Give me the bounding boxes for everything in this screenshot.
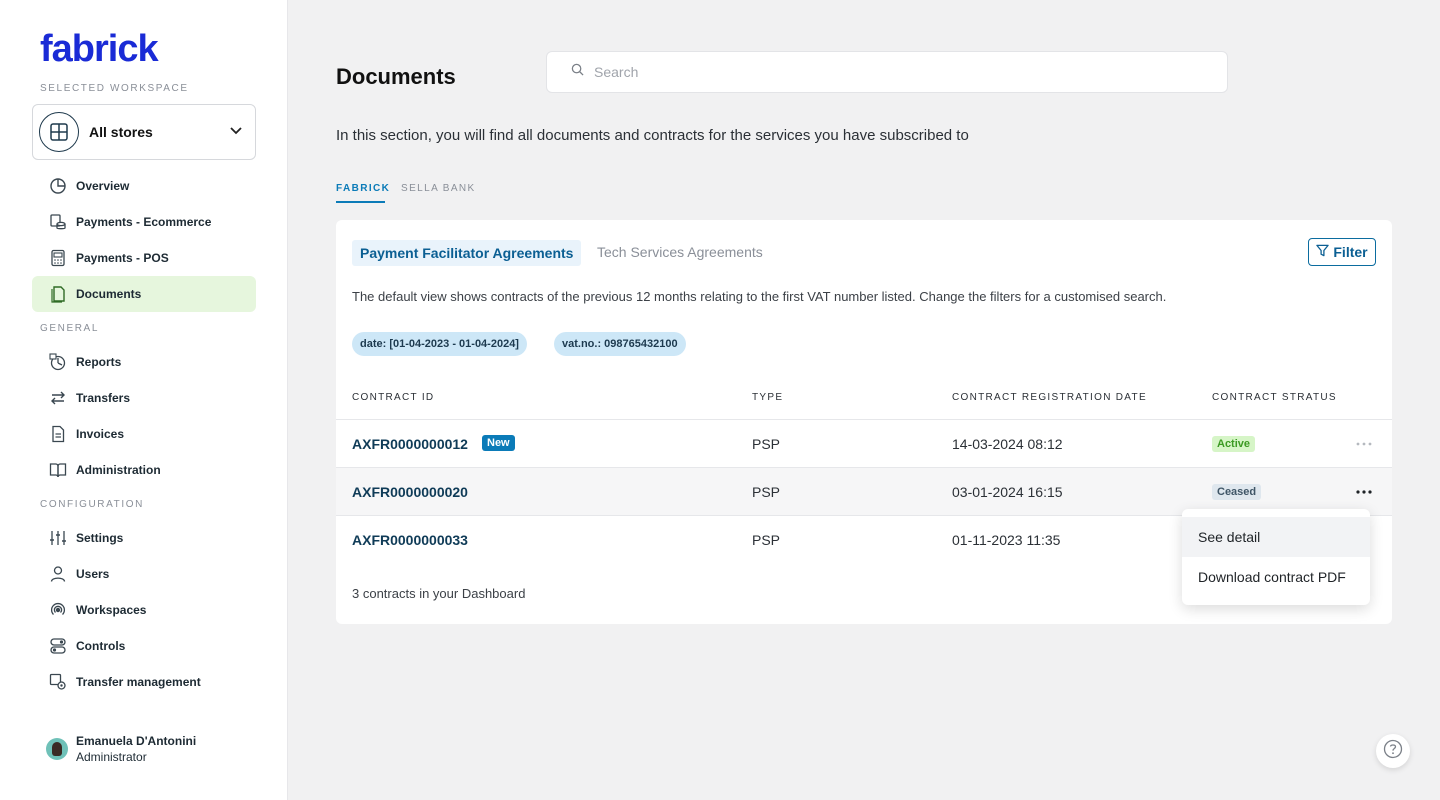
tab-fabrick[interactable]: FABRICK bbox=[336, 183, 390, 194]
question-mark-icon bbox=[1383, 739, 1403, 764]
contract-id-link[interactable]: AXFR0000000020 bbox=[352, 484, 468, 500]
sidebar-item-transfer-management[interactable]: Transfer management bbox=[32, 664, 256, 700]
user-profile[interactable]: Emanuela D'Antonini Administrator bbox=[46, 734, 196, 764]
sidebar-item-label: Invoices bbox=[76, 427, 125, 441]
user-icon bbox=[48, 564, 68, 584]
contract-type: PSP bbox=[752, 436, 781, 452]
sidebar-item-reports[interactable]: Reports bbox=[32, 344, 256, 380]
sidebar-item-label: Payments - POS bbox=[76, 251, 169, 265]
configuration-section-label: CONFIGURATION bbox=[40, 499, 144, 510]
sidebar-item-transfers[interactable]: Transfers bbox=[32, 380, 256, 416]
user-role: Administrator bbox=[76, 750, 147, 764]
column-header-type: TYPE bbox=[752, 392, 784, 403]
transfer-settings-icon bbox=[48, 672, 68, 692]
more-actions-icon[interactable] bbox=[1354, 434, 1374, 454]
contract-type: PSP bbox=[752, 532, 781, 548]
sidebar-item-invoices[interactable]: Invoices bbox=[32, 416, 256, 452]
fabrick-logo[interactable]: fabrick bbox=[40, 28, 159, 71]
help-button[interactable] bbox=[1376, 734, 1410, 768]
date-filter-chip[interactable]: date: [01-04-2023 - 01-04-2024] bbox=[352, 332, 527, 356]
sidebar-item-label: Transfer management bbox=[76, 675, 201, 689]
see-detail-menu-item[interactable]: See detail bbox=[1182, 517, 1370, 557]
status-badge: Active bbox=[1212, 436, 1256, 452]
more-actions-icon[interactable] bbox=[1354, 482, 1374, 502]
registration-date: 14-03-2024 08:12 bbox=[952, 436, 1063, 452]
user-name: Emanuela D'Antonini bbox=[76, 734, 197, 748]
contract-type: PSP bbox=[752, 484, 781, 500]
selected-workspace-label: SELECTED WORKSPACE bbox=[40, 83, 189, 94]
coins-icon bbox=[48, 212, 68, 232]
search-icon bbox=[571, 63, 584, 81]
vat-filter-chip[interactable]: vat.no.: 098765432100 bbox=[554, 332, 686, 356]
sidebar-item-payments-pos[interactable]: Payments - POS bbox=[32, 240, 256, 276]
tab-sella-bank[interactable]: SELLA BANK bbox=[401, 183, 476, 194]
tab-payment-facilitator-agreements[interactable]: Payment Facilitator Agreements bbox=[352, 240, 582, 266]
sidebar-item-settings[interactable]: Settings bbox=[32, 520, 256, 556]
section-intro: In this section, you will find all docum… bbox=[336, 127, 969, 144]
reports-icon bbox=[48, 352, 68, 372]
contract-id-link[interactable]: AXFR0000000012 bbox=[352, 436, 468, 452]
filter-funnel-icon bbox=[1316, 244, 1333, 260]
sidebar-item-users[interactable]: Users bbox=[32, 556, 256, 592]
sidebar-item-label: Administration bbox=[76, 463, 161, 477]
sidebar-item-overview[interactable]: Overview bbox=[32, 168, 256, 204]
sidebar-item-payments-ecommerce[interactable]: Payments - Ecommerce bbox=[32, 204, 256, 240]
sidebar-item-label: Users bbox=[76, 567, 110, 581]
chevron-down-icon bbox=[229, 123, 243, 142]
registration-date: 01-11-2023 11:35 bbox=[952, 532, 1061, 548]
table-row[interactable]: AXFR0000000020 PSP 03-01-2024 16:15 Ceas… bbox=[336, 467, 1392, 515]
workspace-selector[interactable]: All stores bbox=[32, 104, 256, 160]
pie-chart-icon bbox=[48, 176, 68, 196]
book-icon bbox=[48, 460, 68, 480]
sliders-icon bbox=[48, 528, 68, 548]
tab-tech-services-agreements[interactable]: Tech Services Agreements bbox=[597, 244, 763, 260]
column-header-contract-id: CONTRACT ID bbox=[352, 392, 435, 403]
table-row[interactable]: AXFR0000000012 New PSP 14-03-2024 08:12 … bbox=[336, 419, 1392, 467]
sidebar-item-label: Controls bbox=[76, 639, 126, 653]
pos-terminal-icon bbox=[48, 248, 68, 268]
active-tab-indicator bbox=[336, 201, 385, 203]
sidebar-item-administration[interactable]: Administration bbox=[32, 452, 256, 488]
sidebar-item-label: Overview bbox=[76, 179, 130, 193]
sidebar-item-label: Transfers bbox=[76, 391, 131, 405]
search-input[interactable] bbox=[594, 64, 1194, 80]
column-header-contract-status: CONTRACT STRATUS bbox=[1212, 392, 1337, 403]
store-grid-icon bbox=[39, 112, 79, 152]
registration-date: 03-01-2024 16:15 bbox=[952, 484, 1063, 500]
page-title: Documents bbox=[336, 64, 456, 89]
filter-label: Filter bbox=[1333, 244, 1368, 260]
workspaces-icon bbox=[48, 600, 68, 620]
general-section-label: GENERAL bbox=[40, 323, 99, 334]
search-bar[interactable] bbox=[546, 51, 1228, 93]
workspace-value: All stores bbox=[89, 124, 153, 140]
sidebar-item-documents[interactable]: Documents bbox=[32, 276, 256, 312]
sidebar-item-label: Settings bbox=[76, 531, 124, 545]
sidebar-item-label: Payments - Ecommerce bbox=[76, 215, 212, 229]
document-icon bbox=[48, 284, 68, 304]
sidebar-item-workspaces[interactable]: Workspaces bbox=[32, 592, 256, 628]
row-actions-menu: See detail Download contract PDF bbox=[1182, 509, 1370, 605]
sidebar-item-label: Reports bbox=[76, 355, 122, 369]
sidebar-item-label: Workspaces bbox=[76, 603, 147, 617]
avatar bbox=[46, 738, 68, 760]
contract-id-link[interactable]: AXFR0000000033 bbox=[352, 532, 468, 548]
transfer-arrows-icon bbox=[48, 388, 68, 408]
column-header-registration-date: CONTRACT REGISTRATION DATE bbox=[952, 392, 1147, 403]
invoice-icon bbox=[48, 424, 68, 444]
sidebar-item-controls[interactable]: Controls bbox=[32, 628, 256, 664]
status-badge: Ceased bbox=[1212, 484, 1262, 500]
sidebar-item-label: Documents bbox=[76, 287, 142, 301]
toggles-icon bbox=[48, 636, 68, 656]
card-description: The default view shows contracts of the … bbox=[352, 289, 1167, 304]
filter-button[interactable]: Filter bbox=[1308, 238, 1376, 266]
download-contract-pdf-menu-item[interactable]: Download contract PDF bbox=[1182, 557, 1370, 597]
contracts-count: 3 contracts in your Dashboard bbox=[352, 586, 526, 601]
new-badge: New bbox=[482, 435, 515, 451]
sidebar: fabrick SELECTED WORKSPACE All stores Ov… bbox=[0, 0, 288, 800]
